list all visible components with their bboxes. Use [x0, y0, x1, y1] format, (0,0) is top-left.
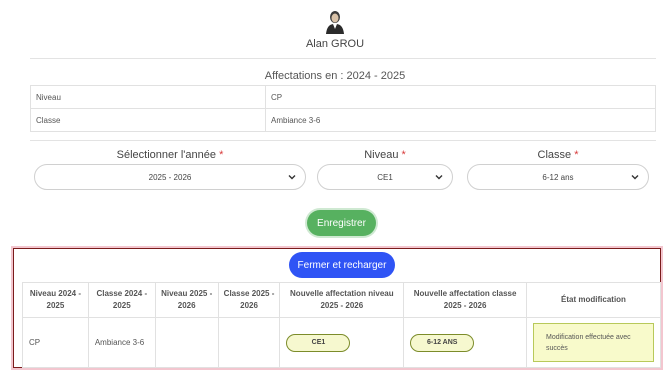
niveau-next-cell — [154, 317, 219, 368]
close-reload-button[interactable]: Fermer et recharger — [289, 252, 395, 278]
year-label: Sélectionner l'année * — [34, 149, 306, 161]
niveau-prev-cell: CP — [22, 317, 89, 368]
classe-next-cell — [217, 317, 281, 368]
new-niveau-cell: CE1 — [279, 317, 405, 368]
new-classe-badge: 6-12 ANS — [410, 333, 475, 352]
status-cell: Modification effectuée avec succès — [525, 317, 662, 368]
chevron-down-icon — [288, 175, 296, 180]
level-select[interactable]: CE1 — [317, 164, 453, 190]
required-mark: * — [401, 149, 406, 161]
table-row: CP Ambiance 3-6 CE1 6-12 ANS Modificatio… — [22, 317, 662, 368]
user-avatar-icon — [325, 10, 345, 34]
year-select[interactable]: 2025 - 2026 — [34, 164, 306, 190]
status-message: Modification effectuée avec succès — [532, 323, 654, 362]
level-select-value: CE1 — [377, 172, 393, 182]
class-label-text: Classe — [537, 149, 572, 161]
row-value: CP — [265, 85, 656, 109]
table-header-row: Niveau 2024 - 2025 Classe 2024 - 2025 Ni… — [22, 282, 662, 318]
required-mark: * — [574, 149, 579, 161]
user-name: Alan GROU — [305, 38, 365, 50]
user-header: Alan GROU — [0, 10, 670, 50]
class-label: Classe * — [467, 149, 649, 161]
row-label: Niveau — [30, 85, 266, 109]
affectations-title: Affectations en : 2024 - 2025 — [264, 70, 406, 82]
required-mark: * — [219, 149, 224, 161]
column-header: Classe 2025 - 2026 — [217, 282, 281, 318]
new-classe-cell: 6-12 ANS — [403, 317, 527, 368]
classe-prev-cell: Ambiance 3-6 — [87, 317, 156, 368]
column-header: Nouvelle affectation classe 2025 - 2026 — [403, 282, 527, 318]
row-label: Classe — [30, 108, 266, 132]
year-select-value: 2025 - 2026 — [148, 172, 192, 182]
column-header: Nouvelle affectation niveau 2025 - 2026 — [279, 282, 405, 318]
class-select-value: 6-12 ans — [542, 172, 574, 182]
chevron-down-icon — [435, 175, 443, 180]
chevron-down-icon — [631, 175, 639, 180]
table-row: Classe Ambiance 3-6 — [30, 108, 656, 132]
table-row: Niveau CP — [30, 85, 656, 109]
year-label-text: Sélectionner l'année — [116, 149, 216, 161]
class-select[interactable]: 6-12 ans — [467, 164, 649, 190]
level-label: Niveau * — [317, 149, 453, 161]
divider — [30, 140, 656, 141]
row-value: Ambiance 3-6 — [265, 108, 656, 132]
result-table: Niveau 2024 - 2025 Classe 2024 - 2025 Ni… — [22, 282, 662, 368]
column-header: Niveau 2025 - 2026 — [154, 282, 219, 318]
column-header: Niveau 2024 - 2025 — [22, 282, 89, 318]
level-label-text: Niveau — [364, 149, 399, 161]
divider — [30, 58, 656, 59]
new-niveau-badge: CE1 — [286, 333, 351, 352]
column-header: État modification — [525, 282, 662, 318]
column-header: Classe 2024 - 2025 — [87, 282, 156, 318]
affectations-table: Niveau CP Classe Ambiance 3-6 — [30, 85, 656, 132]
save-button[interactable]: Enregistrer — [307, 210, 376, 236]
